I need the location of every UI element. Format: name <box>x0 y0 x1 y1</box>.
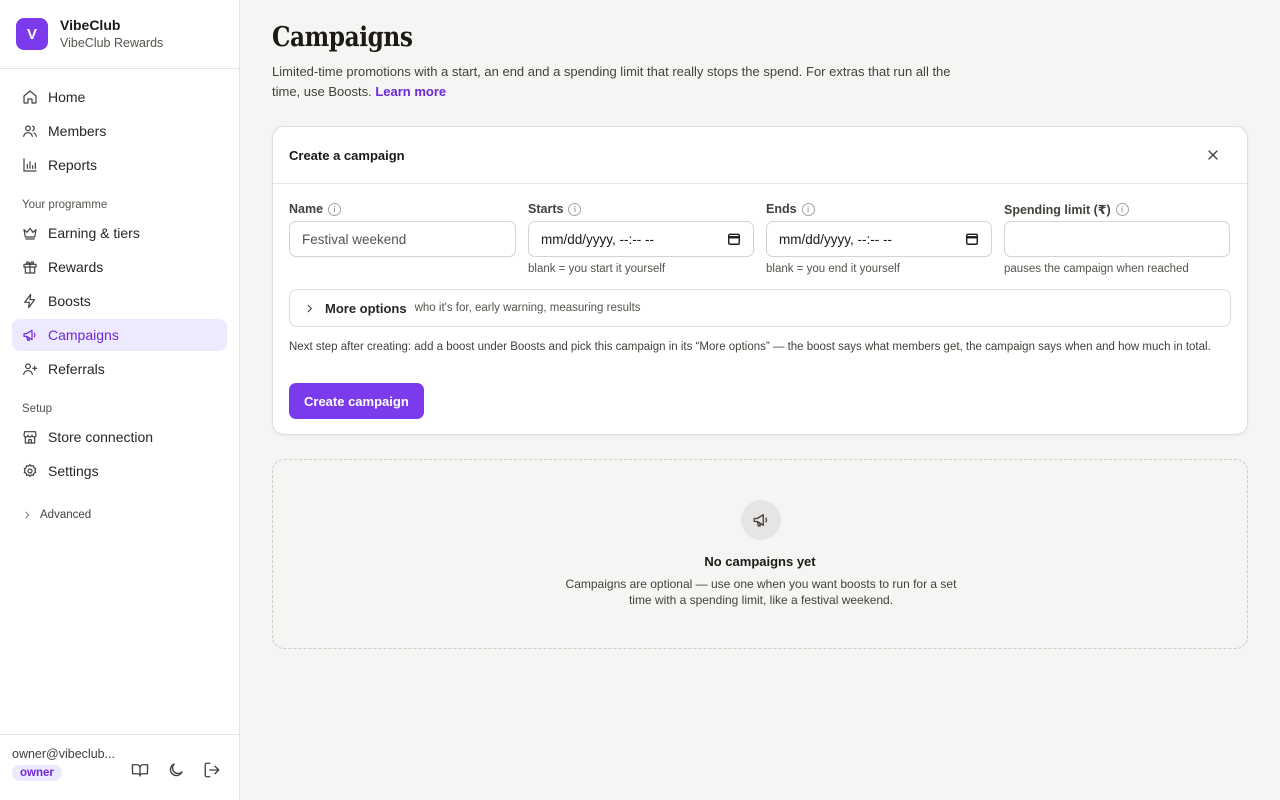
sidebar-item-label: Reports <box>48 157 98 173</box>
brand-logo: V <box>16 18 48 50</box>
advanced-toggle[interactable]: Advanced <box>22 509 239 521</box>
sidebar-item-label: Boosts <box>48 293 91 309</box>
create-campaign-card: Create a campaign Name i Festival weekend… <box>272 126 1248 435</box>
create-campaign-button[interactable]: Create campaign <box>289 383 424 419</box>
spending-limit-input[interactable] <box>1004 221 1230 257</box>
bar-chart-icon <box>22 157 38 173</box>
info-icon[interactable]: i <box>328 202 342 216</box>
more-options-label: More options <box>325 300 407 316</box>
megaphone-icon <box>741 500 781 540</box>
starts-input[interactable]: mm/dd/yyyy, --:-- -- <box>528 221 754 257</box>
section-label-programme: Your programme <box>22 199 108 211</box>
brand-name: VibeClub <box>60 17 121 33</box>
sidebar-item-settings[interactable]: Settings <box>12 455 227 487</box>
empty-state-title: No campaigns yet <box>704 554 816 569</box>
info-icon[interactable]: i <box>801 202 815 216</box>
moon-icon[interactable] <box>167 761 185 779</box>
sidebar-item-earning-tiers[interactable]: Earning & tiers <box>12 217 227 249</box>
sidebar-item-store-connection[interactable]: Store connection <box>12 421 227 453</box>
gear-icon <box>22 463 38 479</box>
spending-limit-hint: pauses the campaign when reached <box>1004 263 1189 275</box>
gift-icon <box>22 259 38 275</box>
starts-field-group: Starts i mm/dd/yyyy, --:-- -- blank = you… <box>528 201 754 277</box>
sidebar-item-campaigns[interactable]: Campaigns <box>12 319 227 351</box>
users-icon <box>22 123 38 139</box>
zap-icon <box>22 293 38 309</box>
info-icon[interactable]: i <box>568 202 582 216</box>
ends-hint: blank = you end it yourself <box>766 263 900 275</box>
role-badge: owner <box>12 765 62 781</box>
calendar-icon[interactable] <box>965 232 979 246</box>
main-content: Campaigns Limited-time promotions with a… <box>240 0 1280 800</box>
brand-subtitle: VibeClub Rewards <box>60 36 164 50</box>
page-title: Campaigns <box>272 22 413 53</box>
brand-header[interactable]: V VibeClub VibeClub Rewards <box>0 0 239 69</box>
chevron-right-icon <box>304 303 315 314</box>
book-icon[interactable] <box>131 761 149 779</box>
sidebar-item-label: Rewards <box>48 259 104 275</box>
user-email: owner@vibeclub... <box>12 747 116 761</box>
sidebar-nav: Home Members Reports Your programme Earn… <box>0 69 239 521</box>
page-description-text: Limited-time promotions with a start, an… <box>272 64 951 99</box>
sidebar-item-referrals[interactable]: Referrals <box>12 353 227 385</box>
crown-icon <box>22 225 38 241</box>
more-options-toggle[interactable]: More options who it's for, early warning… <box>289 289 1231 327</box>
home-icon <box>22 89 38 105</box>
name-label: Name <box>289 202 324 216</box>
close-icon[interactable] <box>1205 147 1221 163</box>
sidebar-item-label: Home <box>48 89 86 105</box>
sidebar-item-members[interactable]: Members <box>12 115 227 147</box>
sidebar-item-reports[interactable]: Reports <box>12 149 227 181</box>
sidebar-item-boosts[interactable]: Boosts <box>12 285 227 317</box>
advanced-label: Advanced <box>40 509 92 521</box>
sidebar-item-rewards[interactable]: Rewards <box>12 251 227 283</box>
spending-limit-label: Spending limit (₹) <box>1004 202 1111 217</box>
ends-field-group: Ends i mm/dd/yyyy, --:-- -- blank = you e… <box>766 201 992 277</box>
section-label-setup: Setup <box>22 403 53 415</box>
sidebar-item-label: Members <box>48 123 107 139</box>
page-description: Limited-time promotions with a start, an… <box>272 62 952 102</box>
sidebar-item-label: Store connection <box>48 429 154 445</box>
name-input[interactable]: Festival weekend <box>289 221 516 257</box>
sidebar-item-label: Settings <box>48 463 99 479</box>
starts-label: Starts <box>528 202 564 216</box>
more-options-subtitle: who it's for, early warning, measuring r… <box>414 302 641 314</box>
user-plus-icon <box>22 361 38 377</box>
empty-state-description: Campaigns are optional — use one when yo… <box>565 577 957 607</box>
ends-label: Ends <box>766 202 797 216</box>
ends-value: mm/dd/yyyy, --:-- -- <box>779 231 892 247</box>
starts-value: mm/dd/yyyy, --:-- -- <box>541 231 654 247</box>
empty-state: No campaigns yet Campaigns are optional … <box>272 459 1248 649</box>
info-icon[interactable]: i <box>1115 202 1129 216</box>
starts-hint: blank = you start it yourself <box>528 263 666 275</box>
card-title: Create a campaign <box>289 147 405 163</box>
megaphone-icon <box>22 327 38 343</box>
logout-icon[interactable] <box>203 761 221 779</box>
next-step-note: Next step after creating: add a boost un… <box>289 341 1211 353</box>
sidebar-item-label: Campaigns <box>48 327 119 343</box>
sidebar-item-home[interactable]: Home <box>12 81 227 113</box>
spending-limit-field-group: Spending limit (₹) i pauses the campaign … <box>1004 201 1230 277</box>
sidebar-item-label: Referrals <box>48 361 105 377</box>
ends-input[interactable]: mm/dd/yyyy, --:-- -- <box>766 221 992 257</box>
sidebar: V VibeClub VibeClub Rewards Home Members… <box>0 0 240 800</box>
chevron-right-icon <box>22 510 32 520</box>
user-panel: owner@vibeclub... owner <box>0 734 239 800</box>
store-icon <box>22 429 38 445</box>
calendar-icon[interactable] <box>727 232 741 246</box>
sidebar-item-label: Earning & tiers <box>48 225 140 241</box>
learn-more-link[interactable]: Learn more <box>375 84 446 99</box>
name-field-group: Name i Festival weekend <box>289 201 516 277</box>
